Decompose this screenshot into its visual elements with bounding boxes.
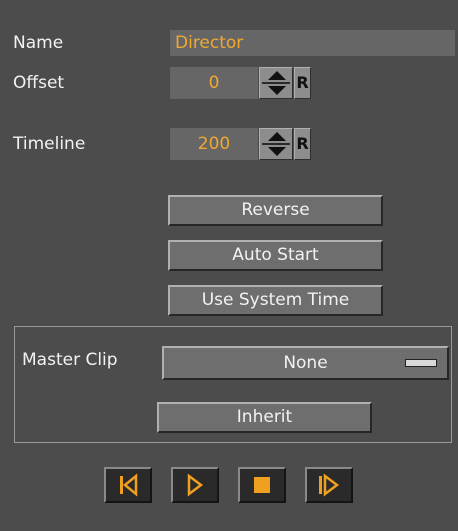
offset-label: Offset [13,73,65,93]
offset-stepper[interactable] [259,67,293,99]
stepper-divider [262,82,290,84]
timeline-stepper[interactable] [259,128,293,160]
decrement-icon[interactable] [268,86,286,95]
offset-field[interactable]: 0 [170,67,258,99]
reverse-button[interactable]: Reverse [168,195,383,226]
skip-to-start-button[interactable] [104,467,152,503]
timeline-field[interactable]: 200 [170,128,258,160]
stop-button[interactable] [238,467,286,503]
timeline-label: Timeline [13,134,86,154]
inherit-button[interactable]: Inherit [157,402,372,433]
increment-icon[interactable] [268,132,286,141]
timeline-reset-button[interactable]: R [294,128,311,160]
play-button[interactable] [171,467,219,503]
dropdown-indicator-icon [405,359,437,367]
increment-icon[interactable] [268,71,286,80]
name-label: Name [13,33,64,53]
name-field[interactable]: Director [170,30,455,56]
play-icon [187,473,204,497]
stop-icon [254,477,270,493]
skip-to-start-icon [120,473,138,497]
master-clip-dropdown[interactable]: None [162,346,449,380]
offset-reset-button[interactable]: R [294,67,311,99]
stepper-divider [262,143,290,145]
auto-start-button[interactable]: Auto Start [168,240,383,271]
director-panel: Name Director Offset 0 R Timeline 200 R … [0,0,458,531]
master-clip-label: Master Clip [22,350,118,370]
step-forward-button[interactable] [305,467,353,503]
master-clip-value: None [283,353,328,373]
decrement-icon[interactable] [268,147,286,156]
step-forward-icon [319,473,340,497]
use-system-time-button[interactable]: Use System Time [168,285,383,316]
